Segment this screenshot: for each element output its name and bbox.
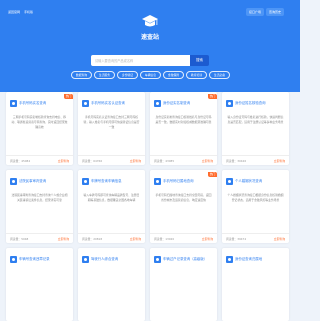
category-education[interactable]: 教育培训 (186, 71, 207, 79)
service-card[interactable]: 手机号码归属地查询 热门 手机号码归属地查询接口支持全国号段，返回省份城市及运营… (150, 170, 217, 243)
query-link[interactable]: 立即查询 (58, 158, 69, 164)
card-title: 驾驶行人综合查询 (91, 257, 119, 261)
site-title: 速查站 (140, 34, 159, 41)
category-daily[interactable]: 生活必备 (209, 71, 230, 79)
service-card[interactable]: 身份证姓名核验查询 输入身份证号码与姓名进行核验，快速判断信息是否匹配，适用于注… (222, 92, 289, 165)
card-title: 身份证查询归属地 (235, 257, 263, 261)
card-title: 个人婚姻状况查询 (235, 179, 263, 183)
card-views: 阅读量：64766 (82, 159, 103, 163)
court-icon (10, 178, 17, 185)
card-views: 阅读量：20818 (82, 237, 103, 241)
car-icon (82, 178, 89, 185)
query-link[interactable]: 立即查询 (202, 158, 213, 164)
card-footer: 阅读量：5048 立即查询 (6, 233, 73, 243)
card-description: 个人婚姻状况查询接口根据身份信息核验婚姻登记状态，适用于金融风控等业务场景 (227, 193, 284, 203)
nav-button-history[interactable]: 查询历史 (266, 8, 285, 16)
card-title: 车牌号查询车辆信息 (91, 179, 122, 183)
location-icon (154, 178, 161, 185)
card-description: 三网手机号码实名制核验查询支持电信、移动、联通各运营商号码查询，实时返回结果准确… (11, 115, 68, 130)
service-card[interactable]: 身份证查询归属地 (222, 248, 289, 321)
map-icon (226, 256, 233, 263)
service-card[interactable]: 法院民事审判查询 法院民事审判查询接口支持查询个人或企业相关民事诉讼案件信息，结… (6, 170, 73, 243)
heart-icon (226, 178, 233, 185)
query-link[interactable]: 立即查询 (274, 158, 285, 164)
phone-icon (10, 100, 17, 107)
card-views: 阅读量：30426 (226, 159, 247, 163)
service-card[interactable]: 驾驶行人综合查询 (78, 248, 145, 321)
service-card[interactable]: 车辆号查询违章记录 (6, 248, 73, 321)
query-link[interactable]: 立即查询 (130, 158, 141, 164)
card-title: 身份证实名制查询 (163, 101, 191, 105)
card-description: 身份证实名制查询接口核验姓名与身份证号码是否一致，数据实时对接权威数据源准确可靠 (155, 115, 212, 125)
card-views: 阅读量：43085 (154, 159, 175, 163)
nav-button-api-square[interactable]: 接口广场 (246, 8, 265, 16)
service-card[interactable]: 车辆过户记录查询（高级版） (150, 248, 217, 321)
category-data-query[interactable]: 数据查询 (71, 71, 92, 79)
category-identity[interactable]: 身份验证 (117, 71, 138, 79)
card-footer: 阅读量：39474 立即查询 (222, 233, 289, 243)
service-card[interactable]: 个人婚姻状况查询 个人婚姻状况查询接口根据身份信息核验婚姻登记状态，适用于金融风… (222, 170, 289, 243)
card-title: 手机号码实名认证查询 (91, 101, 125, 105)
card-description: 手机号码归属地查询接口支持全国号段，返回省份城市及运营商信息，响应速度快 (155, 193, 212, 203)
card-title: 手机号码实名查询 (19, 101, 47, 105)
category-finance[interactable]: 金融保险 (163, 71, 184, 79)
card-title: 法院民事审判查询 (19, 179, 47, 183)
card-views: 阅读量：45084 (10, 159, 31, 163)
hot-badge: 热门 (208, 94, 217, 99)
license-icon (82, 256, 89, 263)
card-title: 手机号码归属地查询 (163, 179, 194, 183)
query-link[interactable]: 立即查询 (202, 236, 213, 242)
service-card[interactable]: 手机号码实名查询 热门 三网手机号码实名制核验查询支持电信、移动、联通各运营商号… (6, 92, 73, 165)
card-title: 车辆号查询违章记录 (19, 257, 50, 261)
graduation-cap-icon (142, 15, 158, 27)
card-views: 阅读量：5048 (10, 237, 29, 241)
user-icon (154, 100, 161, 107)
query-link[interactable]: 立即查询 (274, 236, 285, 242)
card-description: 输入车牌号码即可查询车辆品牌型号、注册日期等基础信息，数据覆盖全国各地车辆 (83, 193, 140, 203)
nav-link-mobile[interactable]: 手机版 (24, 7, 33, 17)
search-input[interactable] (91, 55, 190, 66)
card-views: 阅读量：39474 (226, 237, 247, 241)
card-footer: 阅读量：30426 立即查询 (222, 155, 289, 165)
category-vehicle[interactable]: 车辆信息 (140, 71, 161, 79)
query-link[interactable]: 立即查询 (58, 236, 69, 242)
transfer-icon (154, 256, 161, 263)
card-description: 法院民事审判查询接口支持查询个人或企业相关民事诉讼案件信息，结果详实可靠 (11, 193, 68, 203)
card-title: 车辆过户记录查询（高级版） (163, 257, 208, 261)
card-description: 手机号码实名认证查询接口支持三网号码核验，输入姓名与手机号即可快速验证信息是否一… (83, 115, 140, 130)
hot-badge: 热门 (208, 172, 217, 177)
service-card[interactable]: 手机号码实名认证查询 手机号码实名认证查询接口支持三网号码核验，输入姓名与手机号… (78, 92, 145, 165)
nav-link-home[interactable]: 返回官网 (8, 7, 20, 17)
hot-badge: 热门 (64, 94, 73, 99)
search-button[interactable]: 搜索 (190, 55, 209, 66)
card-footer: 阅读量：20818 立即查询 (78, 233, 145, 243)
card-footer: 阅读量：43085 立即查询 (150, 155, 217, 165)
card-description: 输入身份证号码与姓名进行核验，快速判断信息是否匹配，适用于注册认证等多种业务场景 (227, 115, 284, 125)
card-views: 阅读量：13020 (154, 237, 175, 241)
shield-icon (226, 100, 233, 107)
card-footer: 阅读量：45084 立即查询 (6, 155, 73, 165)
car-icon (10, 256, 17, 263)
card-title: 身份证姓名核验查询 (235, 101, 266, 105)
card-footer: 阅读量：13020 立即查询 (150, 233, 217, 243)
card-footer: 阅读量：64766 立即查询 (78, 155, 145, 165)
id-card-icon (82, 100, 89, 107)
category-life-service[interactable]: 生活服务 (94, 71, 115, 79)
query-link[interactable]: 立即查询 (130, 236, 141, 242)
category-row: 数据查询 生活服务 身份验证 车辆信息 金融保险 教育培训 生活必备 (0, 71, 300, 81)
service-card[interactable]: 身份证实名制查询 热门 身份证实名制查询接口核验姓名与身份证号码是否一致，数据实… (150, 92, 217, 165)
service-card[interactable]: 车牌号查询车辆信息 输入车牌号码即可查询车辆品牌型号、注册日期等基础信息，数据覆… (78, 170, 145, 243)
